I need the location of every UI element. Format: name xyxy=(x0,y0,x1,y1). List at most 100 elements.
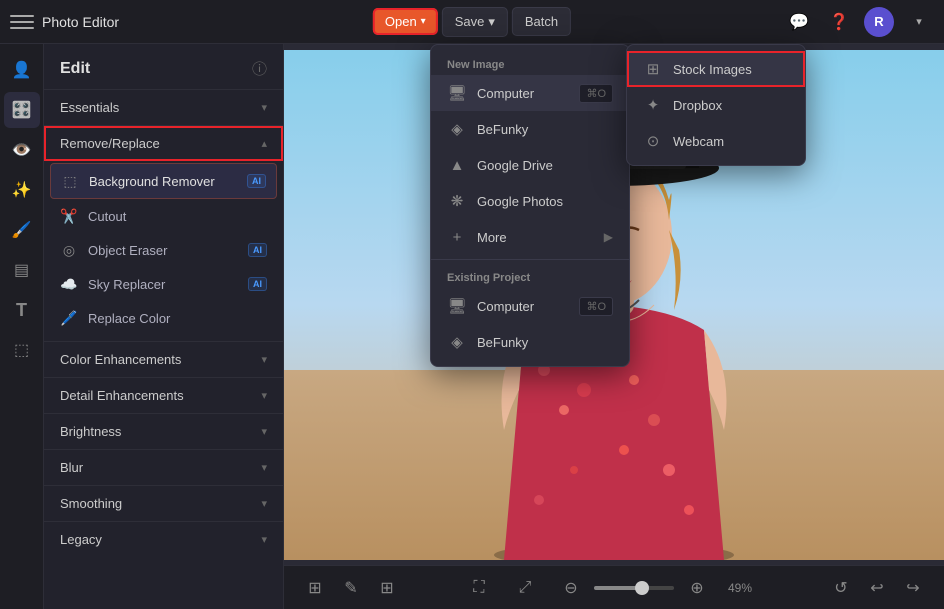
monitor-existing-icon: 🖥 xyxy=(447,296,467,316)
section-essentials: Essentials ▾ xyxy=(44,89,283,125)
remove-replace-content: ⬚ Background Remover AI ✂️ Cutout ◎ Obje… xyxy=(44,161,283,341)
layers-bottom-icon-button[interactable]: ⊞ xyxy=(300,573,330,603)
dropdown-befunky-new[interactable]: ◈ BeFunky xyxy=(431,111,629,147)
ai-badge-sky-replacer: AI xyxy=(248,277,267,291)
batch-button[interactable]: Batch xyxy=(512,7,571,36)
section-blur: Blur ▾ xyxy=(44,449,283,485)
submenu-stock-images[interactable]: ⊞ Stock Images xyxy=(627,51,805,87)
background-remover-item[interactable]: ⬚ Background Remover AI xyxy=(50,163,277,199)
eye-icon-button[interactable]: 👁️ xyxy=(4,132,40,168)
blur-chevron-icon: ▾ xyxy=(261,461,267,474)
section-smoothing: Smoothing ▾ xyxy=(44,485,283,521)
color-enhancements-chevron-icon: ▾ xyxy=(261,353,267,366)
edit-bottom-icon-button[interactable]: ✎ xyxy=(336,573,366,603)
bottom-bar: ⊞ ✎ ⊞ ⛶ ⤢ ⊖ ⊕ 49% ↺ ↩ ↪ xyxy=(284,565,944,609)
zoom-slider[interactable] xyxy=(594,586,674,590)
gphotos-icon: ❋ xyxy=(447,191,467,211)
open-button[interactable]: Open ▾ xyxy=(373,8,438,35)
topbar: Photo Editor Open ▾ Save ▾ Batch 💬 ❓ R ▾ xyxy=(0,0,944,44)
cutout-icon: ✂️ xyxy=(60,207,78,225)
menu-icon[interactable] xyxy=(10,10,34,34)
panel-header: Edit ⓘ xyxy=(44,44,283,89)
help-icon-button[interactable]: ❓ xyxy=(824,7,854,37)
dropdown-computer-new[interactable]: 🖥 Computer ⌘O xyxy=(431,75,629,111)
save-chevron-icon: ▾ xyxy=(488,14,495,30)
cutout-item[interactable]: ✂️ Cutout xyxy=(44,199,283,233)
submenu-webcam[interactable]: ⊙ Webcam xyxy=(627,123,805,159)
essentials-chevron-icon: ▾ xyxy=(261,101,267,114)
open-dropdown-menu: New Image 🖥 Computer ⌘O ◈ BeFunky ▲ Goog… xyxy=(430,44,630,367)
stock-images-icon: ⊞ xyxy=(643,59,663,79)
dropdown-gphotos-new[interactable]: ❋ Google Photos xyxy=(431,183,629,219)
essentials-header[interactable]: Essentials ▾ xyxy=(44,90,283,125)
color-enhancements-header[interactable]: Color Enhancements ▾ xyxy=(44,342,283,377)
tools-icon-button[interactable]: 🎛️ xyxy=(4,92,40,128)
dropdown-computer-existing[interactable]: 🖥 Computer ⌘O xyxy=(431,288,629,324)
section-detail-enhancements: Detail Enhancements ▾ xyxy=(44,377,283,413)
dropbox-icon: ✦ xyxy=(643,95,663,115)
rotate-ccw-button[interactable]: ↺ xyxy=(826,573,856,603)
zoom-out-button[interactable]: ⊖ xyxy=(556,573,586,603)
monitor-icon: 🖥 xyxy=(447,83,467,103)
crop-icon-button[interactable]: ⬚ xyxy=(4,332,40,368)
more-icon: + xyxy=(447,227,467,247)
dropdown-divider-1 xyxy=(431,259,629,260)
chat-icon-button[interactable]: 💬 xyxy=(784,7,814,37)
icon-sidebar: 👤 🎛️ 👁️ ✨ 🖌️ ▤ T ⬚ xyxy=(0,44,44,609)
profile-icon-button[interactable]: 👤 xyxy=(4,52,40,88)
avatar-chevron-button[interactable]: ▾ xyxy=(904,7,934,37)
webcam-icon: ⊙ xyxy=(643,131,663,151)
left-panel: Edit ⓘ Essentials ▾ Remove/Replace ▴ ⬚ B… xyxy=(44,44,284,609)
save-button[interactable]: Save ▾ xyxy=(442,7,508,37)
smoothing-chevron-icon: ▾ xyxy=(261,497,267,510)
befunky-icon: ◈ xyxy=(447,119,467,139)
legacy-chevron-icon: ▾ xyxy=(261,533,267,546)
undo-button[interactable]: ↩ xyxy=(862,573,892,603)
zoom-in-button[interactable]: ⊕ xyxy=(682,573,712,603)
effects-icon-button[interactable]: ✨ xyxy=(4,172,40,208)
gdrive-icon: ▲ xyxy=(447,155,467,175)
zoom-percent: 49% xyxy=(728,581,764,595)
expand-icon-button[interactable]: ⤢ xyxy=(510,573,540,603)
background-remover-icon: ⬚ xyxy=(61,172,79,190)
redo-button[interactable]: ↪ xyxy=(898,573,928,603)
remove-replace-header[interactable]: Remove/Replace ▴ xyxy=(44,126,283,161)
text-icon-button[interactable]: T xyxy=(4,292,40,328)
sky-replacer-icon: ☁️ xyxy=(60,275,78,293)
remove-replace-chevron-icon: ▴ xyxy=(261,137,267,150)
section-remove-replace: Remove/Replace ▴ ⬚ Background Remover AI… xyxy=(44,125,283,341)
paint-icon-button[interactable]: 🖌️ xyxy=(4,212,40,248)
zoom-slider-thumb[interactable] xyxy=(635,581,649,595)
dropdown-more-new[interactable]: + More ▶ xyxy=(431,219,629,255)
section-legacy: Legacy ▾ xyxy=(44,521,283,557)
zoom-controls: ⊖ ⊕ xyxy=(556,573,712,603)
open-chevron-icon: ▾ xyxy=(421,16,426,27)
computer-shortcut: ⌘O xyxy=(579,84,613,103)
grid-bottom-icon-button[interactable]: ⊞ xyxy=(372,573,402,603)
user-avatar-button[interactable]: R xyxy=(864,7,894,37)
brightness-header[interactable]: Brightness ▾ xyxy=(44,414,283,449)
dropdown-gdrive-new[interactable]: ▲ Google Drive xyxy=(431,147,629,183)
detail-enhancements-header[interactable]: Detail Enhancements ▾ xyxy=(44,378,283,413)
section-color-enhancements: Color Enhancements ▾ xyxy=(44,341,283,377)
fit-screen-icon-button[interactable]: ⛶ xyxy=(464,573,494,603)
blur-header[interactable]: Blur ▾ xyxy=(44,450,283,485)
section-brightness: Brightness ▾ xyxy=(44,413,283,449)
replace-color-icon: 🖊️ xyxy=(60,309,78,327)
layers-icon-button[interactable]: ▤ xyxy=(4,252,40,288)
computer-existing-shortcut: ⌘O xyxy=(579,297,613,316)
object-eraser-icon: ◎ xyxy=(60,241,78,259)
topbar-center: Open ▾ Save ▾ Batch xyxy=(373,7,571,37)
object-eraser-item[interactable]: ◎ Object Eraser AI xyxy=(44,233,283,267)
ai-badge-obj-eraser: AI xyxy=(248,243,267,257)
existing-project-label: Existing Project xyxy=(431,264,629,288)
info-icon[interactable]: ⓘ xyxy=(252,58,267,79)
more-submenu: ⊞ Stock Images ✦ Dropbox ⊙ Webcam xyxy=(626,44,806,166)
dropdown-befunky-existing[interactable]: ◈ BeFunky xyxy=(431,324,629,360)
bottom-right: ↺ ↩ ↪ xyxy=(826,573,928,603)
replace-color-item[interactable]: 🖊️ Replace Color xyxy=(44,301,283,335)
legacy-header[interactable]: Legacy ▾ xyxy=(44,522,283,557)
submenu-dropbox[interactable]: ✦ Dropbox xyxy=(627,87,805,123)
smoothing-header[interactable]: Smoothing ▾ xyxy=(44,486,283,521)
sky-replacer-item[interactable]: ☁️ Sky Replacer AI xyxy=(44,267,283,301)
